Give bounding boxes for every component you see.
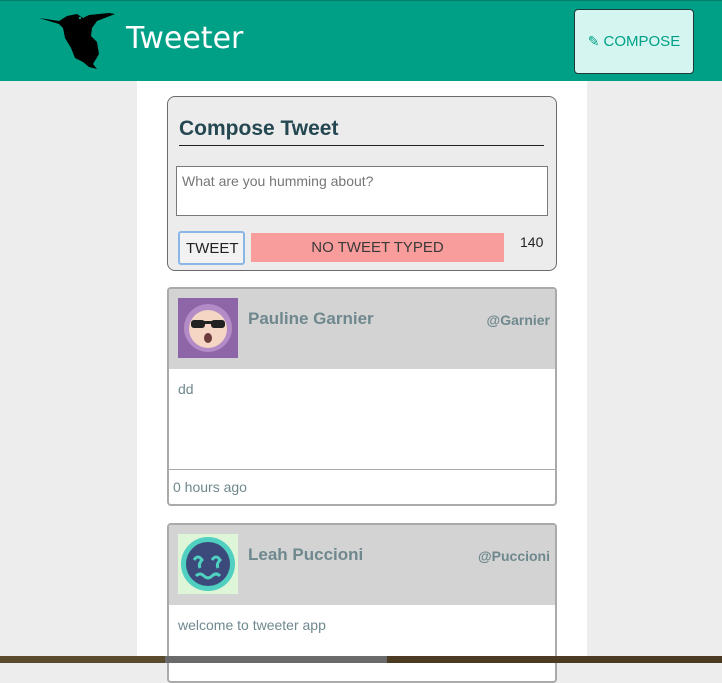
compose-tweet-box: Compose Tweet TWEET NO TWEET TYPED 140 [167, 96, 557, 271]
tweet-author-name: Pauline Garnier [248, 309, 374, 328]
dizzy-face-avatar-icon [178, 534, 238, 594]
tweet-card: Pauline Garnier @Garnier dd 0 hours ago [167, 287, 557, 506]
compose-button-label: COMPOSE [603, 33, 681, 50]
pencil-icon: ✎ [587, 33, 600, 49]
background-segment [387, 656, 722, 663]
tweet-header: Pauline Garnier @Garnier [169, 289, 555, 369]
tweet-text-input[interactable] [176, 166, 548, 216]
background-strip [0, 656, 722, 663]
tweet-timestamp: 0 hours ago [173, 478, 247, 495]
background-segment [165, 656, 387, 663]
compose-title: Compose Tweet [179, 117, 544, 146]
background-segment [0, 656, 165, 663]
tweet-header: Leah Puccioni @Puccioni [169, 525, 555, 605]
tweet-author-name: Leah Puccioni [248, 545, 364, 564]
tweet-submit-button[interactable]: TWEET [178, 231, 245, 265]
character-counter: 140 [520, 234, 544, 250]
compose-toggle-button[interactable]: ✎ COMPOSE [574, 9, 694, 74]
top-navbar: Tweeter ✎ COMPOSE [0, 0, 722, 81]
hummingbird-logo-icon [39, 13, 115, 69]
error-message: NO TWEET TYPED [251, 233, 504, 262]
sunglasses-face-avatar-icon [178, 298, 238, 358]
tweet-content: welcome to tweeter app [169, 605, 555, 681]
tweet-content: dd [169, 369, 555, 470]
tweet-author-handle: @Puccioni [478, 548, 550, 564]
tweet-author-handle: @Garnier [486, 312, 550, 328]
brand-title: Tweeter [126, 21, 244, 56]
